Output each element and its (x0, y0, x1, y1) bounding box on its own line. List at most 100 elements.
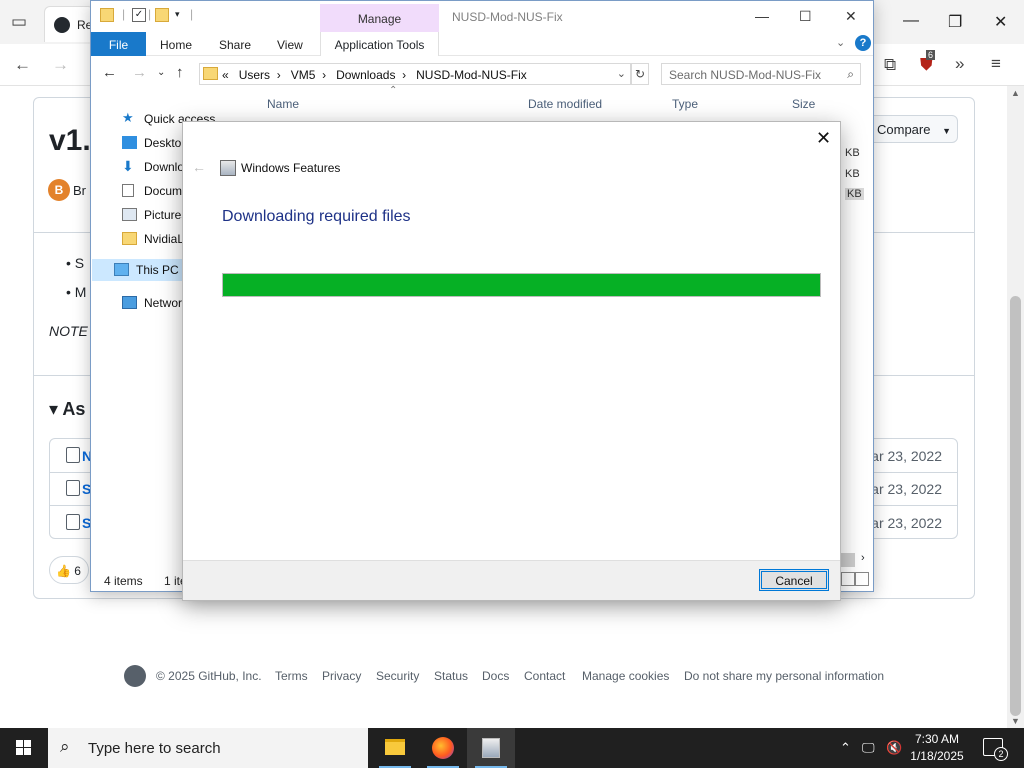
show-hidden-icons-icon[interactable]: ⌃ (840, 740, 851, 756)
footer-link-status[interactable]: Status (434, 669, 468, 683)
tab-list-icon[interactable]: ▭ (11, 13, 27, 30)
close-icon[interactable]: ✕ (994, 12, 1007, 32)
address-dropdown-icon[interactable]: ⌄ (617, 67, 626, 80)
explorer-title-bar: | ✓ | ▾ | Manage NUSD-Mod-NUS-Fix — ☐ ✕ (91, 1, 873, 32)
hamburger-menu-icon[interactable]: ≡ (991, 55, 1001, 72)
release-note: NOTE (49, 323, 88, 339)
release-bullet: • M (66, 284, 87, 300)
tab-view[interactable]: View (277, 38, 303, 52)
github-icon (54, 17, 70, 33)
new-folder-icon[interactable] (155, 8, 169, 22)
details-view-icon[interactable] (841, 572, 855, 586)
taskbar-firefox[interactable] (419, 728, 467, 768)
maximize-icon[interactable]: ☐ (799, 8, 812, 25)
minimize-icon[interactable]: — (755, 8, 769, 24)
browser-tab[interactable]: Re (44, 6, 94, 42)
refresh-button[interactable]: ↻ (631, 63, 649, 85)
explorer-ribbon: File Home Share View Application Tools ⌄… (91, 32, 873, 56)
search-input[interactable]: Search NUSD-Mod-NUS-Fix ⌕ (661, 63, 861, 85)
tab-share[interactable]: Share (219, 38, 251, 52)
breadcrumb-item[interactable]: VM5 (291, 68, 316, 82)
file-size: KB (845, 188, 864, 200)
assets-heading[interactable]: ▾ As (49, 399, 85, 420)
folder-icon (122, 232, 137, 245)
avatar[interactable]: B (48, 179, 70, 201)
windows-features-dialog: ✕ ← Windows Features Downloading require… (182, 121, 841, 601)
progress-bar (222, 273, 821, 297)
manage-tab[interactable]: Manage (320, 4, 439, 32)
volume-muted-icon[interactable]: 🔇 (886, 740, 902, 756)
address-bar[interactable]: « Users › VM5 › Downloads › NUSD-Mod-NUS… (199, 63, 631, 85)
h-scroll-thumb[interactable] (841, 553, 855, 567)
compare-button[interactable]: Compare ▼ (866, 115, 958, 143)
system-clock[interactable]: 7:30 AM 1/18/2025 (906, 731, 968, 765)
tab-application-tools[interactable]: Application Tools (320, 32, 439, 56)
breadcrumb-overflow[interactable]: « (222, 68, 229, 82)
customize-qat-icon[interactable]: ▾ (175, 9, 180, 20)
large-icons-view-icon[interactable] (855, 572, 869, 586)
column-header-type[interactable]: Type (672, 97, 698, 111)
footer-link-privacy[interactable]: Privacy (322, 669, 361, 683)
breadcrumb-item[interactable]: NUSD-Mod-NUS-Fix (416, 68, 527, 82)
breadcrumb-item[interactable]: Users (239, 68, 270, 82)
properties-icon[interactable]: ✓ (132, 8, 146, 22)
search-placeholder: Search NUSD-Mod-NUS-Fix (669, 68, 822, 82)
column-header-name[interactable]: Name (267, 97, 299, 111)
page-scrollbar[interactable]: ▲ ▼ (1007, 86, 1024, 728)
forward-icon[interactable]: → (52, 56, 69, 73)
taskbar-windows-features[interactable] (467, 728, 515, 768)
footer-link-cookies[interactable]: Manage cookies (582, 669, 669, 683)
separator: | (148, 7, 152, 21)
taskbar-search-box[interactable]: ⌕ Type here to search (48, 728, 368, 768)
footer-link-security[interactable]: Security (376, 669, 419, 683)
network-icon[interactable]: 🖵 (862, 740, 875, 756)
scroll-up-icon[interactable]: ▲ (1011, 88, 1020, 98)
up-icon[interactable]: ↑ (176, 64, 184, 81)
folder-icon[interactable] (100, 8, 114, 22)
ribbon-expand-icon[interactable]: ⌄ (836, 36, 845, 49)
footer-link-terms[interactable]: Terms (275, 669, 308, 683)
minimize-icon[interactable]: — (903, 12, 919, 30)
overflow-menu-icon[interactable]: » (955, 55, 964, 72)
sidebar-item-label: This PC (136, 263, 179, 277)
thumbs-up-icon: 👍 (56, 564, 71, 578)
github-logo-icon[interactable] (124, 665, 146, 687)
zip-icon (66, 514, 80, 530)
taskbar-search-placeholder: Type here to search (88, 740, 221, 757)
separator: | (190, 7, 194, 21)
sidebar-item-label: NvidiaL (144, 232, 185, 246)
tab-file[interactable]: File (91, 32, 146, 56)
recent-locations-icon[interactable]: ⌄ (157, 67, 165, 78)
start-button[interactable] (0, 728, 48, 768)
cancel-button[interactable]: Cancel (759, 569, 829, 591)
windows-logo-icon (16, 748, 23, 755)
reaction-button[interactable]: 👍 6 (49, 556, 89, 584)
explorer-nav-bar: ← → ⌄ ↑ « Users › VM5 › Downloads › NUSD… (91, 56, 873, 90)
footer-link-do-not-share[interactable]: Do not share my personal information (684, 669, 884, 683)
footer-link-docs[interactable]: Docs (482, 669, 509, 683)
search-icon: ⌕ (847, 67, 854, 81)
release-author[interactable]: Br (73, 183, 86, 198)
column-header-size[interactable]: Size (792, 97, 815, 111)
file-size: KB (845, 147, 860, 159)
close-icon[interactable]: ✕ (816, 128, 831, 149)
back-icon[interactable]: ← (14, 56, 31, 73)
taskbar-file-explorer[interactable] (371, 728, 419, 768)
notification-center-icon[interactable]: 2 (983, 738, 1008, 761)
back-icon[interactable]: ← (102, 64, 117, 81)
forward-icon[interactable]: → (132, 64, 147, 81)
scrollbar-thumb[interactable] (1010, 296, 1021, 716)
breadcrumb-item[interactable]: Downloads (336, 68, 395, 82)
footer-link-contact[interactable]: Contact (524, 669, 565, 683)
help-icon[interactable]: ? (855, 35, 871, 51)
asset-date: ar 23, 2022 (871, 515, 942, 531)
scroll-right-icon[interactable]: › (861, 552, 865, 564)
scroll-down-icon[interactable]: ▼ (1011, 716, 1020, 726)
close-icon[interactable]: ✕ (845, 8, 857, 25)
extensions-icon[interactable]: ⧉ (884, 56, 896, 73)
restore-icon[interactable]: ❐ (948, 12, 962, 32)
tab-home[interactable]: Home (160, 38, 192, 52)
column-header-date[interactable]: Date modified (528, 97, 602, 111)
desktop-icon (122, 136, 137, 149)
back-arrow-icon: ← (192, 159, 206, 175)
